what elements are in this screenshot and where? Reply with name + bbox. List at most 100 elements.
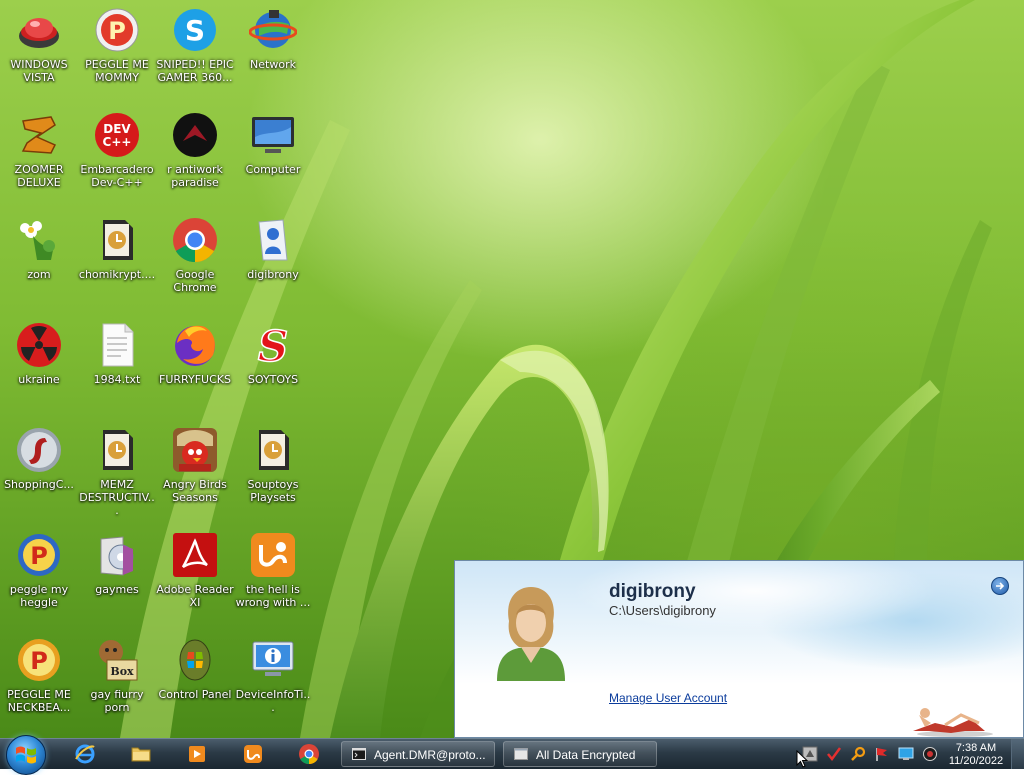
svg-text:P: P <box>108 17 126 45</box>
desktop-icon-google-chrome[interactable]: Google Chrome <box>156 210 234 310</box>
desktop-icon-label: zom <box>27 268 51 281</box>
folder-icon[interactable] <box>130 743 152 765</box>
svg-text:Box: Box <box>110 665 134 678</box>
taskbar-button-label: Agent.DMR@proto... <box>374 748 486 762</box>
desktop-icon-shoppingc[interactable]: ShoppingC... <box>0 420 78 520</box>
red-bowl-app-icon <box>19 18 59 48</box>
desktop-icon-zom[interactable]: zom <box>0 210 78 310</box>
chrome-icon[interactable] <box>298 743 320 765</box>
desktop-icon-angry-birds-seasons[interactable]: Angry Birds Seasons <box>156 420 234 520</box>
volume-icon[interactable] <box>922 746 938 762</box>
desktop-icon-adobe-reader-xi[interactable]: Adobe Reader XI <box>156 525 234 625</box>
show-desktop-button[interactable] <box>1011 739 1024 769</box>
peggle-p-icon: P <box>18 534 60 576</box>
desktop-icon-digibrony[interactable]: digibrony <box>234 210 312 310</box>
desktop-icon-label: ZOOMER DELUXE <box>14 163 64 189</box>
mouse-pointer-icon <box>796 750 808 768</box>
user-profile-path: C:\Users\digibrony <box>609 603 716 618</box>
internet-explorer-icon[interactable] <box>74 743 96 765</box>
desktop-icon-furryfucks[interactable]: FURRYFUCKS <box>156 315 234 415</box>
flag-icon[interactable] <box>874 746 890 762</box>
network-monitor-icon[interactable] <box>898 746 914 762</box>
desktop-icon-gay-fiurry-porn[interactable]: Box gay fiurry porn <box>78 630 156 730</box>
desktop-icon-dev-cpp[interactable]: DEV C++ Embarcadero Dev-C++ <box>78 105 156 205</box>
desktop-icon-control-panel[interactable]: Control Panel <box>156 630 234 730</box>
hourglass-file-icon <box>103 430 133 470</box>
svg-text:P: P <box>30 542 48 570</box>
hourglass-file-icon <box>103 220 133 260</box>
desktop-icon-label: Network <box>250 58 296 71</box>
desktop-icon-label: FURRYFUCKS <box>159 373 231 386</box>
desktop-icon-network[interactable]: Network <box>234 0 312 100</box>
desktop-icon-label: ukraine <box>18 373 60 386</box>
desktop-icon-gaymes[interactable]: gaymes <box>78 525 156 625</box>
desktop-icon-memz[interactable]: MEMZ DESTRUCTIV... <box>78 420 156 520</box>
desktop-icon-label: digibrony <box>247 268 299 281</box>
skype-icon: S <box>174 9 216 51</box>
peggle-p-icon: P <box>95 8 139 52</box>
window-icon <box>514 748 528 760</box>
desktop-icon-souptoys-playsets[interactable]: Souptoys Playsets <box>234 420 312 520</box>
peggle-p-icon: P <box>18 639 60 681</box>
system-clock[interactable]: 7:38 AM 11/20/2022 <box>942 742 1010 768</box>
desktop-icon-peggle-me-neckbea[interactable]: P PEGGLE ME NECKBEA... <box>0 630 78 730</box>
flash-icon <box>17 428 61 472</box>
angry-birds-icon <box>173 428 217 472</box>
svg-text:DEV: DEV <box>103 122 131 136</box>
desktop-icon-label: PEGGLE ME NECKBEA... <box>7 688 71 714</box>
desktop-icon-peggle-my-heggle[interactable]: P peggle my heggle <box>0 525 78 625</box>
desktop-icon-zoomer-deluxe[interactable]: ZOOMER DELUXE <box>0 105 78 205</box>
clock-date: 11/20/2022 <box>948 755 1004 767</box>
desktop-icon-soytoys[interactable]: S SOYTOYS <box>234 315 312 415</box>
desktop-icon-label: Control Panel <box>158 688 232 701</box>
adobe-reader-icon <box>173 533 217 577</box>
user-folder-icon <box>258 219 288 261</box>
media-player-icon[interactable] <box>186 743 208 765</box>
console-window-icon <box>352 748 366 760</box>
desktop-icon-computer[interactable]: Computer <box>234 105 312 205</box>
desktop-icon-label: WINDOWS VISTA <box>10 58 68 84</box>
desktop-icon-label: SNIPED!! EPIC GAMER 360... <box>156 58 234 84</box>
start-button[interactable] <box>6 735 46 775</box>
chrome-icon <box>173 218 217 263</box>
black-orb-icon <box>173 113 217 157</box>
desktop-icon-label: gaymes <box>95 583 139 596</box>
taskbar-button-all-data-encrypted[interactable]: All Data Encrypted <box>503 741 657 767</box>
user-account-popup[interactable]: digibrony C:\Users\digibrony Manage User… <box>454 560 1024 738</box>
uc-browser-icon <box>251 533 295 577</box>
plant-flower-icon <box>20 221 55 260</box>
desktop-icon-label: the hell is wrong with ... <box>235 583 311 609</box>
taskbar-button-label: All Data Encrypted <box>536 748 636 762</box>
desktop-icon-chomikrypt[interactable]: chomikrypt.... <box>78 210 156 310</box>
forward-arrow-icon[interactable] <box>991 577 1009 595</box>
taskbar-button-agent-dmr[interactable]: Agent.DMR@proto... <box>341 741 495 767</box>
desktop-icon-label: PEGGLE ME MOMMY <box>85 58 149 84</box>
network-globe-icon <box>249 10 297 48</box>
desktop-icon-sniped[interactable]: S SNIPED!! EPIC GAMER 360... <box>156 0 234 100</box>
desktop-icon-r-antiwork-paradise[interactable]: r antiwork paradise <box>156 105 234 205</box>
svg-text:S: S <box>258 322 288 369</box>
desktop-icon-1984-txt[interactable]: 1984.txt <box>78 315 156 415</box>
windows-logo-icon <box>16 746 36 764</box>
svg-text:P: P <box>30 647 48 675</box>
manage-user-account-link[interactable]: Manage User Account <box>609 691 727 705</box>
desktop-icon-label: r antiwork paradise <box>167 163 223 189</box>
figure-sprite-icon <box>913 708 993 737</box>
desktop-icon-label: Souptoys Playsets <box>247 478 299 504</box>
desktop-icon-label: 1984.txt <box>93 373 141 386</box>
desktop-icon-peggle-me-mommy[interactable]: P PEGGLE ME MOMMY <box>78 0 156 100</box>
taskbar: Agent.DMR@proto... All Data Encrypted 7:… <box>0 735 1024 775</box>
desktop-icon-label: DeviceInfoTi... <box>235 688 311 714</box>
desktop-icon-label: Computer <box>245 163 301 176</box>
desktop-icon-the-hell-is-wrong[interactable]: the hell is wrong with ... <box>234 525 312 625</box>
radiation-icon <box>17 323 61 367</box>
control-panel-icon <box>179 639 211 681</box>
desktop-icon-label: MEMZ DESTRUCTIV... <box>79 478 155 517</box>
uc-browser-icon[interactable] <box>242 743 264 765</box>
desktop-icon-ukraine[interactable]: ukraine <box>0 315 78 415</box>
search-key-icon[interactable] <box>850 746 866 762</box>
desktop-icon-deviceinfo[interactable]: DeviceInfoTi... <box>234 630 312 730</box>
desktop-icon-windows-vista[interactable]: WINDOWS VISTA <box>0 0 78 100</box>
firefox-icon <box>175 325 215 366</box>
check-icon[interactable] <box>826 746 842 762</box>
